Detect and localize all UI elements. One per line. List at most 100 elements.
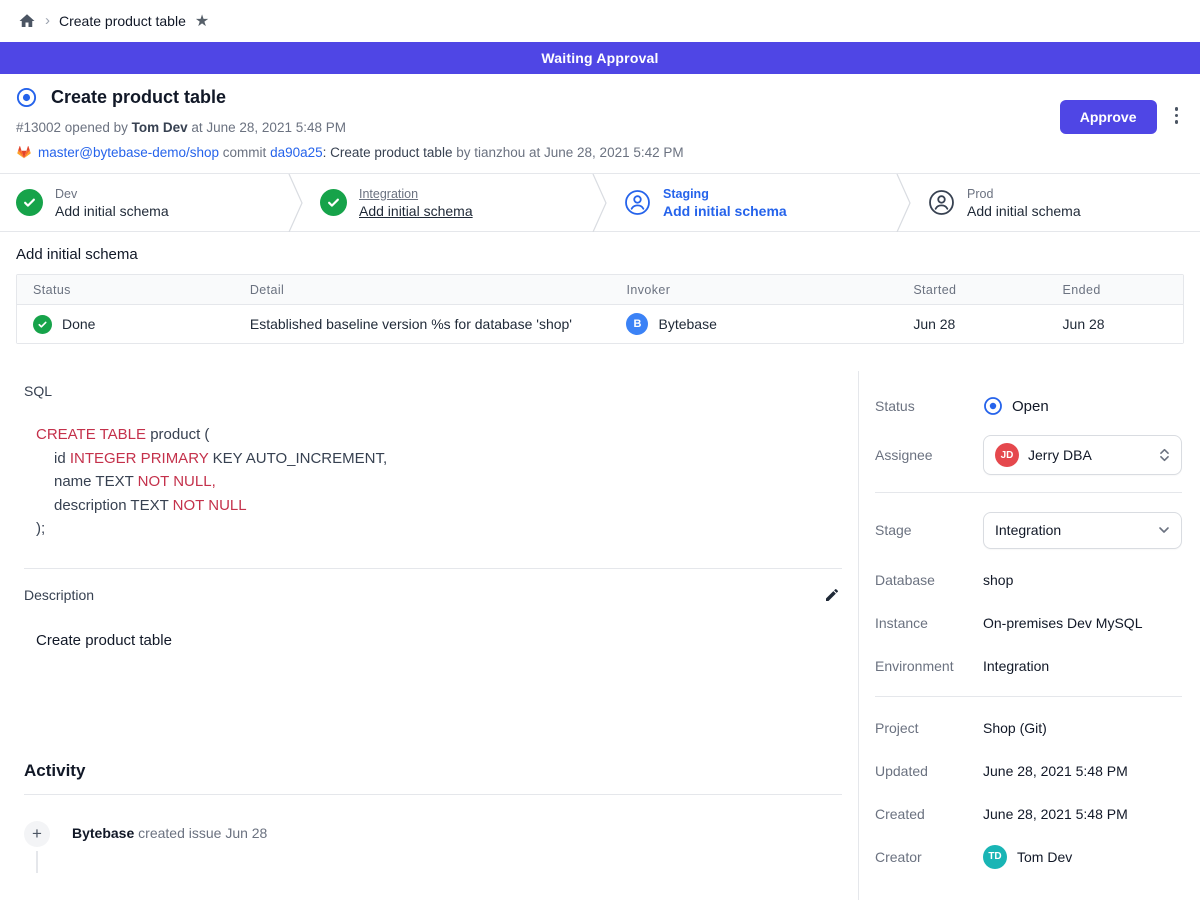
section-divider <box>24 794 842 795</box>
creator-row: Creator TD Tom Dev <box>875 835 1182 878</box>
favorite-star-icon[interactable]: ★ <box>195 11 209 31</box>
status-open-icon <box>983 396 1003 416</box>
left-column: SQL CREATE TABLE product ( id INTEGER PR… <box>0 371 858 900</box>
approve-button[interactable]: Approve <box>1060 100 1157 134</box>
stage-env-label: Integration <box>359 187 473 201</box>
instance-value[interactable]: On-premises Dev MySQL <box>983 615 1142 631</box>
assignee-value: Jerry DBA <box>1028 447 1092 463</box>
stage-env-label: Staging <box>663 187 787 201</box>
stage-select[interactable]: Integration <box>983 512 1182 549</box>
created-label: Created <box>875 806 983 822</box>
edit-description-pencil-icon[interactable] <box>822 585 842 605</box>
stage-env-label: Dev <box>55 187 169 201</box>
stage-separator-icon <box>592 174 608 231</box>
created-row: Created June 28, 2021 5:48 PM <box>875 792 1182 835</box>
task-section: Add initial schema Status Detail Invoker… <box>0 232 1200 357</box>
approval-banner: Waiting Approval <box>0 42 1200 74</box>
table-row[interactable]: Done Established baseline version %s for… <box>17 305 1183 343</box>
updated-label: Updated <box>875 763 983 779</box>
stage-row: Stage Integration <box>875 502 1182 558</box>
activity-section: Activity + Bytebase created issue Jun 28 <box>24 761 842 873</box>
issue-meta-suffix: at June 28, 2021 5:48 PM <box>188 120 346 135</box>
branch-repo-link[interactable]: master@bytebase-demo/shop <box>38 145 219 160</box>
done-check-icon <box>33 315 52 334</box>
instance-label: Instance <box>875 615 983 631</box>
status-label: Status <box>875 398 983 414</box>
pipeline-stage-bar: Dev Add initial schema Integration Add i… <box>0 174 1200 232</box>
sql-token: description TEXT <box>54 497 173 514</box>
col-invoker: Invoker <box>610 283 897 297</box>
sql-token: KEY AUTO_INCREMENT, <box>208 450 387 467</box>
stage-env-label: Prod <box>967 187 1081 201</box>
stage-integration[interactable]: Integration Add initial schema <box>304 174 592 231</box>
task-heading: Add initial schema <box>16 246 1184 263</box>
issue-author: Tom Dev <box>132 120 188 135</box>
task-table: Status Detail Invoker Started Ended Done… <box>16 274 1184 344</box>
task-ended: Jun 28 <box>1047 316 1183 332</box>
task-started: Jun 28 <box>897 316 1046 332</box>
issue-meta-prefix: #13002 opened by <box>16 120 132 135</box>
sql-token: ); <box>36 520 45 537</box>
stage-task-label: Add initial schema <box>967 203 1081 219</box>
environment-row: Environment Integration <box>875 644 1182 687</box>
project-label: Project <box>875 720 983 736</box>
home-icon[interactable] <box>18 12 36 30</box>
task-detail: Established baseline version %s for data… <box>234 316 611 332</box>
issue-header: Create product table #13002 opened by To… <box>0 74 1200 174</box>
task-table-header: Status Detail Invoker Started Ended <box>17 275 1183 305</box>
updated-row: Updated June 28, 2021 5:48 PM <box>875 749 1182 792</box>
environment-value[interactable]: Integration <box>983 658 1049 674</box>
sql-token: NOT NULL, <box>138 473 216 490</box>
col-detail: Detail <box>234 283 611 297</box>
sql-token: id <box>54 450 70 467</box>
database-row: Database shop <box>875 558 1182 601</box>
issue-meta: #13002 opened by Tom Dev at June 28, 202… <box>16 120 1060 135</box>
timeline-connector <box>36 851 38 873</box>
issue-sidebar: Status Open Assignee JD Jerry DBA <box>858 371 1200 900</box>
stage-task-label: Add initial schema <box>359 203 473 219</box>
gitlab-icon <box>16 144 32 160</box>
sql-token: name TEXT <box>54 473 138 490</box>
status-value: Open <box>1012 398 1049 415</box>
creator-value: Tom Dev <box>1017 849 1072 865</box>
stage-staging[interactable]: Staging Add initial schema <box>608 174 896 231</box>
description-label: Description <box>24 587 94 603</box>
commit-line: master@bytebase-demo/shop commit da90a25… <box>16 144 1060 160</box>
stage-task-label: Add initial schema <box>55 203 169 219</box>
breadcrumb-title[interactable]: Create product table <box>59 13 186 29</box>
stage-done-check-icon <box>320 189 347 216</box>
description-text: Create product table <box>36 632 842 649</box>
stage-dev[interactable]: Dev Add initial schema <box>0 174 288 231</box>
section-divider <box>24 568 842 569</box>
environment-label: Environment <box>875 658 983 674</box>
assignee-select[interactable]: JD Jerry DBA <box>983 435 1182 475</box>
bytebase-issue-page: › Create product table ★ Waiting Approva… <box>0 0 1200 900</box>
instance-row: Instance On-premises Dev MySQL <box>875 601 1182 644</box>
updated-value: June 28, 2021 5:48 PM <box>983 763 1128 779</box>
bytebase-avatar: B <box>626 313 648 335</box>
commit-sha-link[interactable]: da90a25 <box>270 145 323 160</box>
col-status: Status <box>17 283 234 297</box>
stage-pending-person-icon <box>624 189 651 216</box>
created-value: June 28, 2021 5:48 PM <box>983 806 1128 822</box>
stage-value: Integration <box>995 522 1061 538</box>
sidebar-divider <box>875 696 1182 697</box>
approval-banner-text: Waiting Approval <box>541 50 658 66</box>
stage-label: Stage <box>875 522 983 538</box>
col-started: Started <box>897 283 1046 297</box>
assignee-row: Assignee JD Jerry DBA <box>875 427 1182 483</box>
main-content: SQL CREATE TABLE product ( id INTEGER PR… <box>0 371 1200 900</box>
sql-label: SQL <box>24 383 842 399</box>
breadcrumb-separator-icon: › <box>45 12 50 29</box>
stage-prod[interactable]: Prod Add initial schema <box>912 174 1200 231</box>
commit-byline: by tianzhou at June 28, 2021 5:42 PM <box>456 145 683 160</box>
database-label: Database <box>875 572 983 588</box>
commit-word: commit <box>219 145 270 160</box>
stage-separator-icon <box>288 174 304 231</box>
updown-chevron-icon <box>1159 447 1170 463</box>
database-value[interactable]: shop <box>983 572 1013 588</box>
more-actions-menu-icon[interactable] <box>1169 100 1185 131</box>
project-value[interactable]: Shop (Git) <box>983 720 1047 736</box>
col-ended: Ended <box>1047 283 1183 297</box>
assignee-avatar: JD <box>995 443 1019 467</box>
